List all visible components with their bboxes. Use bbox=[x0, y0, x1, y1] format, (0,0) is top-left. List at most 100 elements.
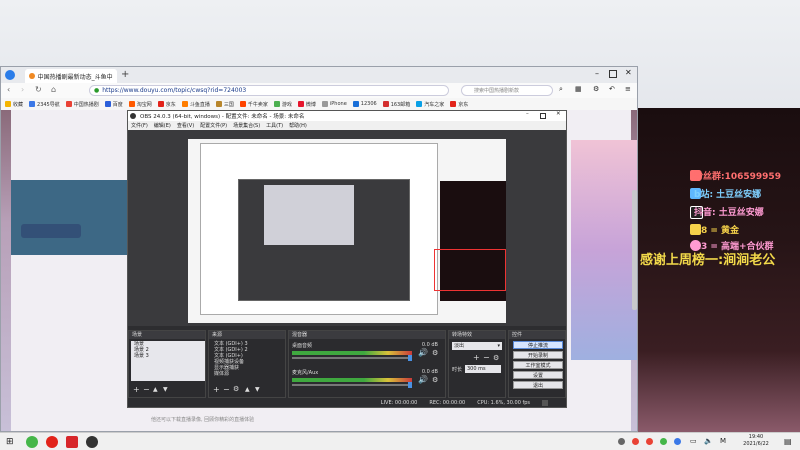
start-button-icon[interactable]: ⊞ bbox=[6, 437, 14, 447]
scene-down-button[interactable]: ▼ bbox=[163, 386, 168, 393]
bookmark-item[interactable]: 斗鱼直播 bbox=[181, 101, 210, 108]
menu-help[interactable]: 帮助(H) bbox=[289, 122, 307, 129]
bookmark-item[interactable]: 京东 bbox=[157, 101, 176, 108]
menu-edit[interactable]: 编辑(E) bbox=[154, 122, 171, 129]
overlay-line: 抖音: 土豆丝安娜 bbox=[694, 208, 764, 218]
bookmark-item[interactable]: 2345导航 bbox=[29, 101, 60, 108]
game-banner-left[interactable] bbox=[11, 180, 143, 255]
browser-tab[interactable]: 中国热播剧最新动态_斗鱼中... bbox=[25, 69, 117, 83]
source-item[interactable]: 媒体源 bbox=[211, 371, 285, 377]
speaker-icon[interactable]: 🔊 bbox=[418, 348, 428, 357]
obs-close-button[interactable]: ✕ bbox=[556, 111, 561, 117]
scene-up-button[interactable]: ▲ bbox=[153, 386, 158, 393]
ime-icon[interactable]: M bbox=[720, 437, 726, 445]
volume-slider-handle[interactable] bbox=[408, 382, 412, 388]
new-tab-button[interactable]: + bbox=[121, 69, 129, 80]
studio-mode-button[interactable]: 工作室模式 bbox=[513, 361, 563, 369]
bookmark-item[interactable]: 汽车之家 bbox=[416, 101, 444, 108]
settings-button[interactable]: 设置 bbox=[513, 371, 563, 379]
download-button[interactable] bbox=[21, 224, 81, 238]
stream-health-icon bbox=[542, 400, 548, 406]
remove-source-button[interactable]: − bbox=[223, 385, 230, 394]
bookmark-item[interactable]: 京东 bbox=[450, 101, 468, 108]
menu-scene-collection[interactable]: 场景集合(S) bbox=[233, 122, 260, 129]
bookmark-item[interactable]: 163邮箱 bbox=[382, 101, 410, 108]
bookmark-item[interactable]: 游戏 bbox=[273, 101, 292, 108]
bookmark-item[interactable]: 微博 bbox=[297, 101, 316, 108]
volume-icon[interactable]: 🔈 bbox=[704, 437, 713, 445]
bookmark-item[interactable]: 12306 bbox=[352, 101, 377, 107]
transition-settings-icon[interactable]: ⚙ bbox=[493, 354, 499, 362]
gear-icon[interactable]: ⚙ bbox=[593, 85, 599, 93]
clock-time: 19:40 bbox=[748, 434, 764, 440]
source-down-button[interactable]: ▼ bbox=[255, 386, 260, 393]
add-scene-button[interactable]: + bbox=[133, 385, 140, 394]
back-icon[interactable]: ‹ bbox=[7, 85, 10, 94]
duration-input[interactable]: 300 ms bbox=[465, 365, 501, 373]
game-banner-right[interactable] bbox=[571, 140, 637, 360]
live-status: LIVE: 00:00:00 bbox=[380, 400, 418, 406]
app-red-icon[interactable] bbox=[46, 436, 58, 448]
url-input[interactable]: ● https://www.douyu.com/topic/cwsq?rid=7… bbox=[89, 85, 449, 96]
notification-icon[interactable]: ▤ bbox=[784, 437, 792, 446]
app-video-icon[interactable] bbox=[66, 436, 78, 448]
reload-icon[interactable]: ↻ bbox=[35, 85, 42, 94]
bookmark-item[interactable]: 中国热播剧 bbox=[65, 101, 99, 108]
add-source-button[interactable]: + bbox=[213, 385, 220, 394]
remove-transition-button[interactable]: − bbox=[483, 353, 490, 362]
source-properties-icon[interactable]: ⚙ bbox=[233, 385, 239, 393]
start-recording-button[interactable]: 开始录制 bbox=[513, 351, 563, 359]
obs-logo-icon bbox=[130, 113, 136, 119]
minimize-button[interactable]: – bbox=[595, 69, 599, 78]
clock[interactable]: 19:40 2021/6/22 bbox=[736, 434, 776, 448]
bookmark-item[interactable]: 三国 bbox=[215, 101, 234, 108]
scene-item[interactable]: 场景 3 bbox=[131, 353, 205, 359]
search-input[interactable]: 搜索中国热播剧新款 bbox=[461, 85, 553, 96]
selection-box[interactable] bbox=[434, 249, 506, 291]
app-360-icon[interactable] bbox=[26, 436, 38, 448]
tray-icon[interactable] bbox=[618, 438, 625, 445]
bookmark-item[interactable]: 千牛卖家 bbox=[239, 101, 268, 108]
obs-preview[interactable] bbox=[128, 130, 566, 326]
bookmark-item[interactable]: 收藏 bbox=[5, 101, 23, 108]
exit-button[interactable]: 退出 bbox=[513, 381, 563, 389]
obs-minimize-button[interactable]: – bbox=[526, 111, 529, 117]
tray-icon[interactable] bbox=[674, 438, 681, 445]
browser-logo-icon[interactable] bbox=[5, 70, 15, 80]
channel-settings-icon[interactable]: ⚙ bbox=[432, 349, 438, 357]
maximize-button[interactable] bbox=[609, 70, 617, 78]
obs-taskbar-icon[interactable] bbox=[86, 436, 98, 448]
stop-streaming-button[interactable]: 停止推流 bbox=[513, 341, 563, 349]
mixer-channel: 麦克风/Aux 0.0 dB 🔊 ⚙ bbox=[292, 369, 442, 388]
channel-settings-icon[interactable]: ⚙ bbox=[432, 376, 438, 384]
page-scrollbar[interactable] bbox=[632, 190, 637, 310]
transition-select[interactable]: 淡出 ▾ bbox=[452, 342, 502, 350]
speaker-icon[interactable]: 🔊 bbox=[418, 375, 428, 384]
menu-profile[interactable]: 配置文件(P) bbox=[200, 122, 227, 129]
volume-slider-handle[interactable] bbox=[408, 355, 412, 361]
remove-scene-button[interactable]: − bbox=[143, 385, 150, 394]
bookmark-item[interactable]: 百度 bbox=[104, 101, 123, 108]
obs-menu-bar: 文件(F) 编辑(E) 查看(V) 配置文件(P) 场景集合(S) 工具(T) … bbox=[128, 121, 566, 130]
volume-slider[interactable] bbox=[292, 355, 412, 361]
add-transition-button[interactable]: + bbox=[473, 353, 480, 362]
menu-icon[interactable]: ≡ bbox=[625, 85, 631, 93]
undo-icon[interactable]: ↶ bbox=[609, 85, 615, 93]
forward-icon[interactable]: › bbox=[21, 85, 24, 94]
menu-file[interactable]: 文件(F) bbox=[131, 122, 148, 129]
volume-slider[interactable] bbox=[292, 382, 412, 388]
grid-icon[interactable]: ▦ bbox=[575, 85, 582, 93]
source-up-button[interactable]: ▲ bbox=[245, 386, 250, 393]
network-icon[interactable]: ▭ bbox=[690, 437, 697, 445]
obs-maximize-button[interactable] bbox=[540, 113, 546, 119]
menu-view[interactable]: 查看(V) bbox=[177, 122, 194, 129]
menu-tools[interactable]: 工具(T) bbox=[266, 122, 283, 129]
bookmark-item[interactable]: iPhone bbox=[321, 101, 347, 107]
close-button[interactable]: ✕ bbox=[625, 68, 632, 77]
tray-icon[interactable] bbox=[646, 438, 653, 445]
tray-icon[interactable] bbox=[632, 438, 639, 445]
bookmark-item[interactable]: 淘宝网 bbox=[128, 101, 152, 108]
tray-icon[interactable] bbox=[660, 438, 667, 445]
search-icon[interactable]: ⌕ bbox=[559, 85, 563, 94]
home-icon[interactable]: ⌂ bbox=[51, 85, 56, 94]
